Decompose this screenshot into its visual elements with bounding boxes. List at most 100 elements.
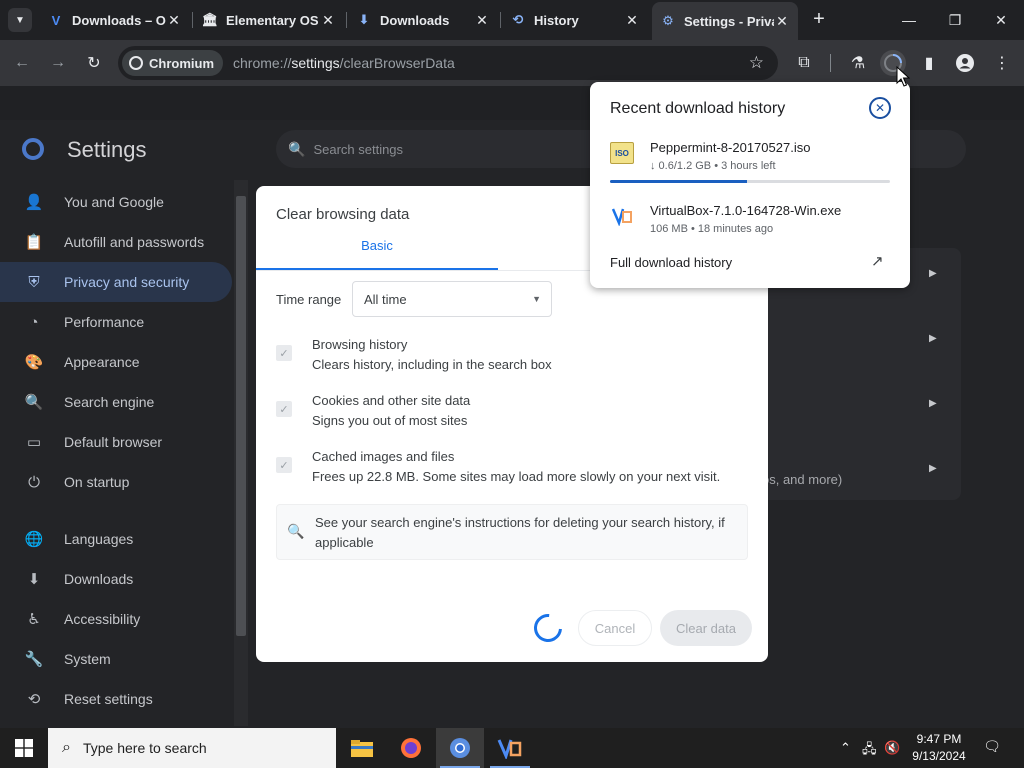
nav-label: System [64, 651, 111, 667]
nav-label: You and Google [64, 194, 164, 210]
taskbar-chromium[interactable] [436, 728, 484, 768]
taskbar-search-placeholder: Type here to search [82, 740, 207, 756]
cancel-button[interactable]: Cancel [578, 610, 652, 646]
chevron-right-icon[interactable]: ▶ [929, 398, 937, 409]
tab-settings[interactable]: ⚙ Settings - Priva ✕ [652, 2, 798, 40]
close-icon[interactable]: ✕ [166, 12, 182, 29]
taskbar-search-box[interactable]: ⌕ Type here to search [48, 728, 336, 768]
taskbar-virtualbox[interactable] [486, 728, 534, 768]
taskbar-file-explorer[interactable] [338, 728, 386, 768]
folder-icon [351, 740, 373, 757]
option-subtitle: Frees up 22.8 MB. Some sites may load mo… [312, 469, 721, 484]
taskbar-clock[interactable]: 9:47 PM 9/13/2024 [906, 731, 972, 765]
nav-item-reset[interactable]: ⟲ Reset settings [0, 679, 232, 719]
site-info-chip[interactable]: Chromium [122, 50, 223, 76]
chevron-right-icon[interactable]: ▶ [929, 333, 937, 344]
nav-item-appearance[interactable]: 🎨 Appearance [0, 342, 232, 382]
chromium-icon [450, 738, 470, 758]
chevron-up-icon[interactable]: ⌃ [840, 740, 851, 756]
download-status: 106 MB • 18 minutes ago [650, 223, 774, 235]
avatar-icon [956, 54, 974, 72]
toolbar-separator [830, 54, 831, 72]
globe-icon: 🌐 [24, 531, 44, 548]
nav-item-downloads[interactable]: ⬇ Downloads [0, 559, 232, 599]
minimize-button[interactable]: — [886, 0, 932, 40]
search-engine-info-box: 🔍 See your search engine's instructions … [276, 504, 748, 560]
taskbar-firefox[interactable] [387, 728, 435, 768]
time-range-select[interactable]: All time ▼ [352, 281, 552, 317]
notification-center-button[interactable]: 🗨 [982, 738, 1002, 758]
cookies-checkbox[interactable]: ✓ [276, 401, 292, 417]
nav-item-system[interactable]: 🔧 System [0, 639, 232, 679]
download-filename: VirtualBox-7.1.0-164728-Win.exe [650, 203, 842, 218]
nav-item-privacy[interactable]: ⛨ Privacy and security [0, 262, 232, 302]
open-in-new-icon[interactable]: ↗ [871, 252, 884, 270]
bookmark-star-icon[interactable]: ☆ [749, 53, 764, 73]
back-button[interactable]: ← [9, 50, 35, 76]
nav-label: Privacy and security [64, 274, 190, 290]
gear-icon: ⚙ [662, 13, 674, 28]
tab-title: Settings - Priva [684, 13, 774, 29]
nav-item-languages[interactable]: 🌐 Languages [0, 519, 232, 559]
tab-downloads[interactable]: ⬇ Downloads ✕ [348, 0, 498, 40]
labs-button[interactable]: ⚗ [845, 50, 871, 76]
plus-icon: + [813, 8, 825, 30]
nav-scrollbar-thumb[interactable] [236, 196, 246, 636]
reload-button[interactable]: ↻ [81, 50, 107, 76]
person-icon: 👤 [24, 194, 44, 211]
full-download-history-link[interactable]: Full download history [610, 255, 732, 270]
virtualbox-icon [610, 205, 634, 227]
start-button[interactable] [0, 728, 48, 768]
close-icon[interactable]: ✕ [624, 12, 640, 29]
tab-downloads-oracle[interactable]: V Downloads – O ✕ [40, 0, 190, 40]
nav-label: Reset settings [64, 691, 153, 707]
menu-button[interactable]: ⋮ [989, 50, 1015, 76]
nav-item-autofill[interactable]: 📋 Autofill and passwords [0, 222, 232, 262]
nav-item-accessibility[interactable]: ♿ Accessibility [0, 599, 232, 639]
checkmark-icon: ✓ [279, 403, 289, 416]
nav-item-performance[interactable]: ◔ Performance [0, 302, 232, 342]
tab-history[interactable]: ⟲ History ✕ [502, 0, 648, 40]
option-title: Cookies and other site data [312, 393, 471, 408]
close-icon[interactable]: ✕ [474, 12, 490, 29]
tab-elementary-os[interactable]: 🏛 Elementary OS ✕ [194, 0, 344, 40]
wrench-icon: 🔧 [24, 651, 44, 668]
cached-images-checkbox[interactable]: ✓ [276, 457, 292, 473]
window-close-button[interactable]: ✕ [978, 0, 1024, 40]
network-icon[interactable]: 🖧 [862, 740, 877, 762]
search-icon: 🔍 [287, 523, 305, 539]
restore-button[interactable]: ❐ [932, 0, 978, 40]
tab-basic[interactable]: Basic [256, 238, 498, 270]
forward-button[interactable]: → [45, 50, 71, 76]
chevron-right-icon[interactable]: ▶ [929, 268, 937, 279]
info-text: See your search engine's instructions fo… [315, 515, 725, 550]
option-subtitle: Clears history, including in the search … [312, 357, 552, 372]
side-panel-button[interactable]: ▮ [916, 50, 942, 76]
windows-taskbar: ⌕ Type here to search ⌃ 🖧 🔇 9:47 PM 9/13… [0, 728, 1024, 768]
download-icon: ⬇ [27, 571, 41, 588]
url-host: chrome:// [233, 55, 292, 71]
close-icon[interactable]: ✕ [774, 13, 790, 30]
chevron-right-icon[interactable]: ▶ [929, 463, 937, 474]
nav-item-on-startup[interactable]: ⏻ On startup [0, 462, 232, 502]
tab-separator [346, 12, 347, 28]
close-icon[interactable]: ✕ [320, 12, 336, 29]
nav-item-search-engine[interactable]: 🔍 Search engine [0, 382, 232, 422]
tab-search-button[interactable]: ▼ [8, 8, 32, 32]
new-tab-button[interactable]: + [808, 8, 830, 32]
url-text[interactable]: chrome://settings/clearBrowserData [233, 55, 455, 71]
nav-item-you-and-google[interactable]: 👤 You and Google [0, 182, 232, 222]
close-bubble-button[interactable]: ✕ [869, 97, 891, 119]
address-bar[interactable]: Chromium chrome://settings/clearBrowserD… [118, 46, 778, 80]
card-row-subtext: os, and more) [762, 472, 843, 487]
tab-separator [500, 12, 501, 28]
volume-muted-icon[interactable]: 🔇 [884, 740, 900, 756]
search-icon: ⌕ [62, 739, 71, 756]
clock-time: 9:47 PM [916, 732, 962, 746]
extensions-button[interactable]: ⧉ [791, 50, 817, 76]
browsing-history-checkbox[interactable]: ✓ [276, 345, 292, 361]
option-title: Cached images and files [312, 449, 455, 464]
clear-data-button[interactable]: Clear data [660, 610, 752, 646]
nav-item-default-browser[interactable]: ▭ Default browser [0, 422, 232, 462]
profile-button[interactable] [952, 50, 978, 76]
